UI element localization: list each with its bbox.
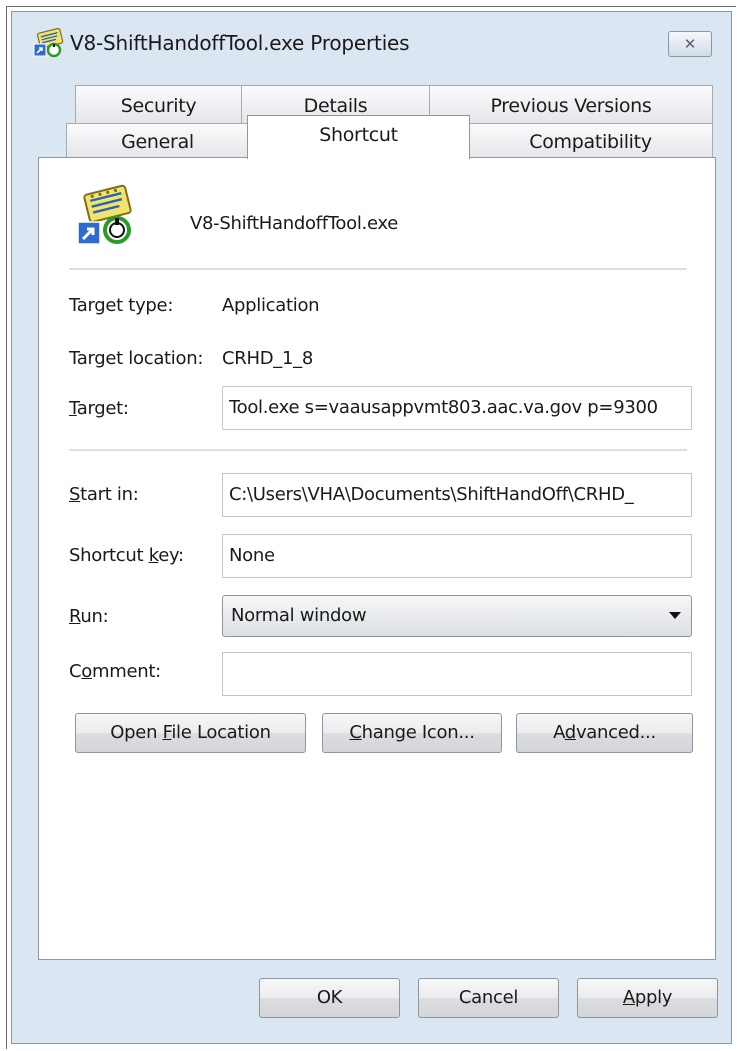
tab-previous-versions[interactable]: Previous Versions — [429, 85, 713, 125]
shortcut-key-label: Shortcut key: — [69, 545, 184, 566]
change-icon-button[interactable]: Change Icon... — [322, 713, 502, 753]
properties-dialog: V8-ShiftHandoffTool.exe Properties ✕ Sec… — [11, 11, 732, 1044]
target-type-label: Target type: — [69, 295, 174, 316]
divider-top — [69, 268, 687, 270]
target-location-value: CRHD_1_8 — [222, 348, 313, 369]
comment-input[interactable] — [222, 652, 692, 696]
close-icon: ✕ — [683, 35, 697, 53]
shortcut-tab-panel: V8-ShiftHandoffTool.exe Target type: App… — [38, 157, 716, 960]
tab-general[interactable]: General — [66, 123, 249, 159]
target-location-label: Target location: — [69, 348, 204, 369]
advanced-button[interactable]: Advanced... — [516, 713, 693, 753]
start-in-input[interactable]: C:\Users\VHA\Documents\ShiftHandOff\CRHD… — [222, 473, 692, 517]
file-shortcut-icon — [77, 184, 132, 245]
divider-middle — [69, 449, 687, 451]
open-file-location-button[interactable]: Open File Location — [75, 713, 306, 753]
dropdown-arrow-icon — [669, 612, 681, 619]
target-label: Target: — [69, 398, 129, 419]
tab-security[interactable]: Security — [75, 85, 242, 125]
shortcut-key-input[interactable]: None — [222, 534, 692, 578]
tab-compatibility[interactable]: Compatibility — [468, 123, 713, 159]
file-name: V8-ShiftHandoffTool.exe — [190, 213, 398, 234]
tab-shortcut[interactable]: Shortcut — [247, 115, 470, 159]
target-type-value: Application — [222, 295, 320, 316]
ok-button[interactable]: OK — [259, 978, 400, 1018]
shortcut-app-icon — [33, 28, 64, 58]
apply-button[interactable]: Apply — [577, 978, 718, 1018]
target-input[interactable]: Tool.exe s=vaausappvmt803.aac.va.gov p=9… — [222, 386, 692, 430]
title-bar: V8-ShiftHandoffTool.exe Properties ✕ — [12, 12, 731, 74]
run-select[interactable]: Normal window — [222, 595, 692, 637]
close-button[interactable]: ✕ — [668, 31, 712, 57]
run-label: Run: — [69, 606, 109, 627]
comment-label: Comment: — [69, 661, 161, 682]
run-select-value: Normal window — [231, 605, 367, 626]
cancel-button[interactable]: Cancel — [418, 978, 559, 1018]
start-in-label: Start in: — [69, 484, 139, 505]
window-title: V8-ShiftHandoffTool.exe Properties — [70, 31, 410, 55]
